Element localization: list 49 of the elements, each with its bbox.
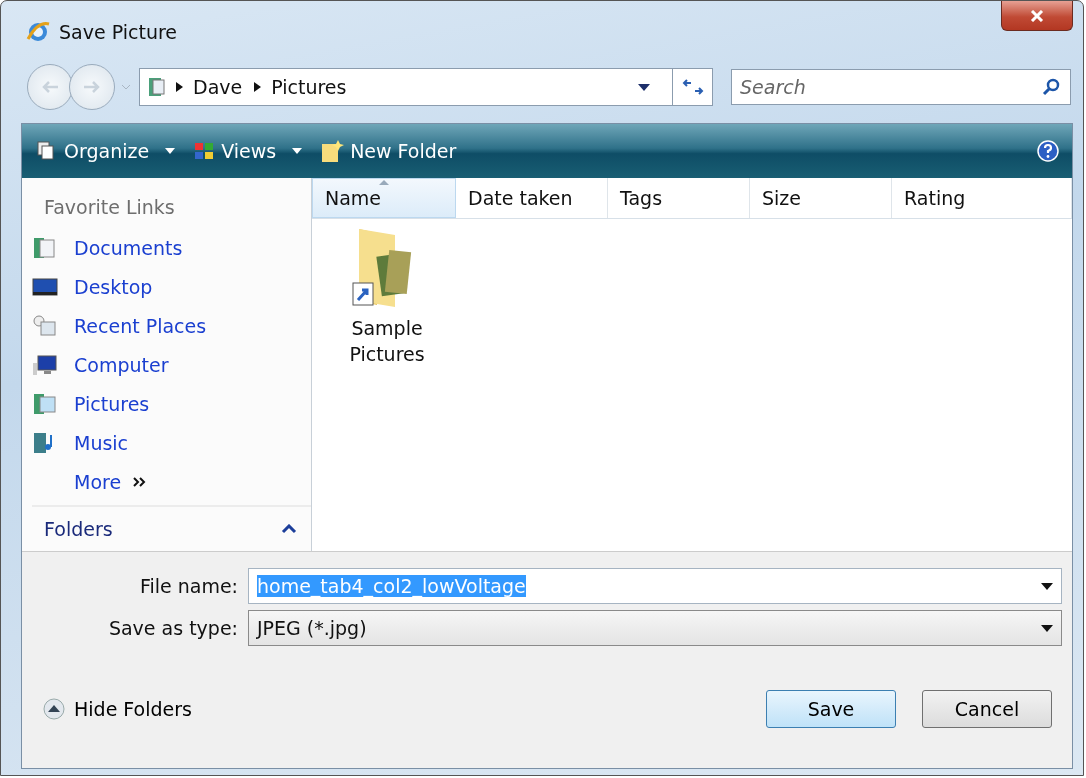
sidebar-link[interactable]: Pictures	[32, 384, 311, 423]
sidebar-link[interactable]: Music	[32, 423, 311, 462]
dialog-button[interactable]: Cancel	[922, 690, 1052, 728]
picture-folder-icon	[32, 391, 58, 416]
address-bar[interactable]: Dave Pictures	[139, 68, 713, 106]
sidebar-link[interactable]: Recent Places	[32, 306, 311, 345]
breadcrumb[interactable]: Pictures	[271, 76, 347, 98]
dropdown-icon	[1041, 624, 1053, 632]
computer-icon	[32, 352, 58, 377]
close-button[interactable]	[1001, 1, 1073, 31]
file-type-dropdown[interactable]: JPEG (*.jpg)	[248, 610, 1062, 646]
search-field[interactable]: Search	[731, 69, 1071, 105]
hide-folders-button[interactable]: Hide Folders	[42, 697, 192, 721]
close-icon	[1030, 9, 1044, 22]
more-link[interactable]: More	[32, 462, 311, 501]
folders-label[interactable]: Folders	[44, 518, 113, 540]
sidebar-link[interactable]: Documents	[32, 228, 311, 267]
dialog-button[interactable]: Save	[766, 690, 896, 728]
search-icon	[1041, 77, 1061, 97]
toolbar-button[interactable]: Views	[193, 140, 303, 162]
caret-icon	[292, 148, 303, 154]
sort-arrow-icon	[379, 180, 389, 185]
dropdown-icon[interactable]	[638, 83, 650, 91]
sidebar-link[interactable]: Computer	[32, 345, 311, 384]
column-header[interactable]: Name	[312, 178, 456, 218]
sidebar-link[interactable]: Desktop	[32, 267, 311, 306]
back-arrow-icon	[40, 80, 60, 94]
chevron-icon[interactable]	[254, 82, 262, 92]
new-folder-icon	[320, 138, 345, 164]
field-label: Save as type:	[107, 617, 238, 639]
clock-window-icon	[32, 313, 58, 338]
window-title: Save Picture	[59, 21, 178, 43]
caret-icon	[165, 148, 176, 154]
field-label: File name:	[138, 575, 238, 597]
folder-name[interactable]: Sample Pictures	[342, 315, 432, 367]
refresh-icon	[681, 79, 704, 95]
forward-arrow-icon	[82, 80, 102, 94]
toolbar-button[interactable]: New Folder	[320, 138, 457, 164]
help-icon[interactable]	[1036, 139, 1060, 163]
collapse-icon[interactable]	[281, 524, 297, 534]
toolbar-button[interactable]: Organize	[36, 140, 176, 162]
dropdown-icon	[1041, 582, 1053, 590]
double-chevron-icon	[133, 476, 148, 487]
folder-icon	[148, 77, 166, 97]
breadcrumb[interactable]: Dave	[193, 76, 243, 98]
grid-icon	[193, 140, 216, 162]
document-folder-icon	[32, 235, 58, 260]
chevron-icon[interactable]	[176, 82, 183, 92]
section-heading: Favorite Links	[44, 196, 176, 218]
